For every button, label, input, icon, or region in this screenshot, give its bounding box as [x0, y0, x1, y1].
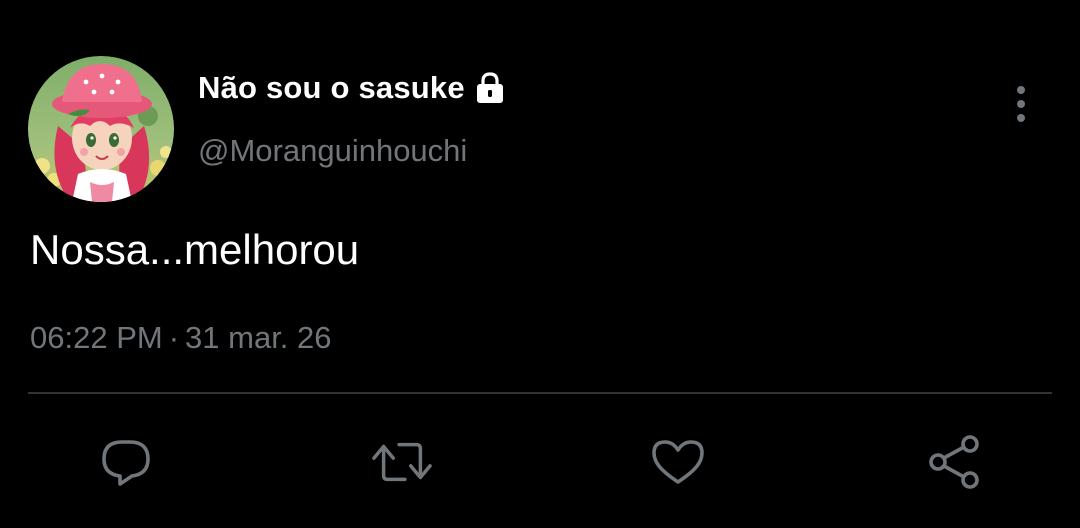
- like-button[interactable]: [648, 432, 708, 492]
- tweet-time[interactable]: 06:22 PM: [30, 320, 163, 355]
- lock-icon: [473, 71, 507, 105]
- tweet-text: Nossa...melhorou: [30, 226, 360, 273]
- user-handle[interactable]: @Moranguinhouchi: [198, 133, 467, 169]
- more-vertical-icon: [1017, 86, 1025, 122]
- avatar-image: [28, 56, 174, 202]
- reply-button[interactable]: [96, 432, 156, 492]
- reply-icon: [102, 440, 150, 486]
- tweet-card: Não sou o sasuke @Moranguinhouchi Nossa.…: [0, 0, 1080, 528]
- tweet-meta: 06:22 PM · 31 mar. 26: [30, 320, 332, 356]
- display-name-text: Não sou o sasuke: [198, 70, 465, 105]
- share-button[interactable]: [924, 432, 984, 492]
- share-icon: [929, 435, 979, 489]
- meta-separator: ·: [168, 320, 180, 355]
- retweet-icon: [372, 442, 432, 482]
- tweet-date[interactable]: 31 mar. 26: [185, 320, 331, 355]
- display-name[interactable]: Não sou o sasuke: [198, 70, 507, 106]
- divider: [28, 392, 1052, 394]
- heart-icon: [652, 440, 704, 484]
- retweet-button[interactable]: [372, 432, 432, 492]
- avatar[interactable]: [28, 56, 174, 202]
- more-options-button[interactable]: [1004, 82, 1038, 126]
